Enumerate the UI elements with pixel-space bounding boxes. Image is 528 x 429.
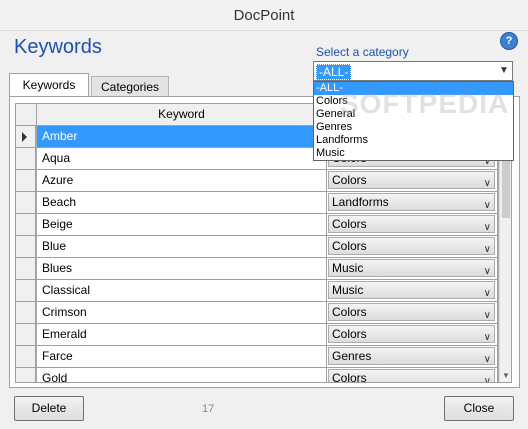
category-cell: Music ∨ bbox=[327, 258, 498, 280]
category-combo-value: Genres bbox=[332, 349, 372, 363]
current-row-pointer-icon bbox=[22, 132, 27, 142]
row-header[interactable] bbox=[16, 302, 36, 324]
table-row[interactable]: Beach Landforms ∨ bbox=[16, 192, 506, 214]
category-combo-value: Colors bbox=[332, 371, 367, 383]
keyword-cell[interactable]: Aqua bbox=[37, 148, 327, 170]
chevron-down-icon[interactable]: ∨ bbox=[484, 175, 491, 192]
category-combo-value: Colors bbox=[332, 239, 367, 253]
category-combo[interactable]: Landforms ∨ bbox=[328, 193, 495, 211]
category-combo-value: Colors bbox=[332, 305, 367, 319]
tab-keywords[interactable]: Keywords bbox=[9, 73, 89, 96]
category-combo-value: Music bbox=[332, 261, 364, 275]
keyword-cell[interactable]: Azure bbox=[37, 170, 327, 192]
category-cell: Genres ∨ bbox=[327, 346, 498, 368]
table-row[interactable]: Emerald Colors ∨ bbox=[16, 324, 506, 346]
delete-button[interactable]: Delete bbox=[14, 396, 84, 421]
table-row[interactable]: Crimson Colors ∨ bbox=[16, 302, 506, 324]
chevron-down-icon[interactable]: ▼ bbox=[496, 62, 512, 80]
chevron-down-icon[interactable]: ∨ bbox=[484, 197, 491, 214]
scroll-down-icon[interactable]: ▼ bbox=[501, 371, 511, 380]
category-combo[interactable]: Music ∨ bbox=[328, 259, 495, 277]
category-combo[interactable]: Colors ∨ bbox=[328, 325, 495, 343]
keyword-cell[interactable]: Blues bbox=[37, 258, 327, 280]
row-header[interactable] bbox=[16, 324, 36, 346]
chevron-down-icon[interactable]: ∨ bbox=[484, 285, 491, 302]
row-header[interactable] bbox=[16, 192, 36, 214]
chevron-down-icon[interactable]: ∨ bbox=[484, 373, 491, 382]
category-cell: Colors ∨ bbox=[327, 302, 498, 324]
row-header[interactable] bbox=[16, 280, 36, 302]
category-combo-value: Landforms bbox=[332, 195, 389, 209]
keyword-cell[interactable]: Gold bbox=[37, 368, 327, 382]
row-header[interactable] bbox=[16, 258, 36, 280]
category-selected-value: -ALL- bbox=[316, 64, 352, 80]
category-combo[interactable]: Music ∨ bbox=[328, 281, 495, 299]
keyword-cell[interactable]: Blue bbox=[37, 236, 327, 258]
category-option[interactable]: Music bbox=[314, 147, 513, 160]
category-cell: Colors ∨ bbox=[327, 324, 498, 346]
category-cell: Landforms ∨ bbox=[327, 192, 498, 214]
category-combo-value: Colors bbox=[332, 173, 367, 187]
category-combo-value: Colors bbox=[332, 327, 367, 341]
row-header[interactable] bbox=[16, 126, 36, 148]
chevron-down-icon[interactable]: ∨ bbox=[484, 307, 491, 324]
category-combo[interactable]: Colors ∨ bbox=[328, 303, 495, 321]
row-header[interactable] bbox=[16, 236, 36, 258]
category-combo[interactable]: Colors ∨ bbox=[328, 369, 495, 383]
category-combo[interactable]: Genres ∨ bbox=[328, 347, 495, 365]
category-option[interactable]: Landforms bbox=[314, 134, 513, 147]
keyword-cell[interactable]: Farce bbox=[37, 346, 327, 368]
table-row[interactable]: Blue Colors ∨ bbox=[16, 236, 506, 258]
table-row[interactable]: Azure Colors ∨ bbox=[16, 170, 506, 192]
category-label: Select a category bbox=[316, 45, 409, 59]
category-cell: Colors ∨ bbox=[327, 170, 498, 192]
table-row[interactable]: Classical Music ∨ bbox=[16, 280, 506, 302]
category-combo-value: Colors bbox=[332, 217, 367, 231]
chevron-down-icon[interactable]: ∨ bbox=[484, 263, 491, 280]
softpedia-watermark: SOFTPEDIA bbox=[340, 88, 510, 119]
close-button[interactable]: Close bbox=[444, 396, 514, 421]
table-row[interactable]: Blues Music ∨ bbox=[16, 258, 506, 280]
category-cell: Colors ∨ bbox=[327, 236, 498, 258]
category-select[interactable]: -ALL- ▼ bbox=[313, 61, 513, 81]
keyword-cell[interactable]: Amber bbox=[37, 126, 327, 148]
category-cell: Colors ∨ bbox=[327, 368, 498, 383]
chevron-down-icon[interactable]: ∨ bbox=[484, 329, 491, 346]
row-header[interactable] bbox=[16, 368, 36, 382]
table-row[interactable]: Farce Genres ∨ bbox=[16, 346, 506, 368]
row-header[interactable] bbox=[16, 346, 36, 368]
keyword-cell[interactable]: Beige bbox=[37, 214, 327, 236]
keyword-count: 17 bbox=[202, 403, 215, 415]
category-cell: Music ∨ bbox=[327, 280, 498, 302]
chevron-down-icon[interactable]: ∨ bbox=[484, 241, 491, 258]
table-row[interactable]: Beige Colors ∨ bbox=[16, 214, 506, 236]
keyword-cell[interactable]: Emerald bbox=[37, 324, 327, 346]
window-title: DocPoint bbox=[233, 6, 295, 24]
tab-categories[interactable]: Categories bbox=[91, 76, 169, 96]
keyword-cell[interactable]: Beach bbox=[37, 192, 327, 214]
row-header-corner bbox=[16, 104, 37, 125]
row-header[interactable] bbox=[16, 170, 36, 192]
help-icon[interactable]: ? bbox=[500, 32, 518, 50]
keyword-column-header[interactable]: Keyword bbox=[37, 104, 327, 125]
chevron-down-icon[interactable]: ∨ bbox=[484, 219, 491, 236]
category-combo[interactable]: Colors ∨ bbox=[328, 237, 495, 255]
title-bar: DocPoint bbox=[0, 0, 528, 31]
row-header[interactable] bbox=[16, 214, 36, 236]
chevron-down-icon[interactable]: ∨ bbox=[484, 351, 491, 368]
category-cell: Colors ∨ bbox=[327, 214, 498, 236]
category-combo[interactable]: Colors ∨ bbox=[328, 171, 495, 189]
keyword-cell[interactable]: Crimson bbox=[37, 302, 327, 324]
table-row[interactable]: Gold Colors ∨ bbox=[16, 368, 506, 383]
page-title: Keywords bbox=[14, 36, 102, 58]
category-combo[interactable]: Colors ∨ bbox=[328, 215, 495, 233]
category-option[interactable]: Genres bbox=[314, 121, 513, 134]
category-combo-value: Music bbox=[332, 283, 364, 297]
row-header[interactable] bbox=[16, 148, 36, 170]
keyword-cell[interactable]: Classical bbox=[37, 280, 327, 302]
